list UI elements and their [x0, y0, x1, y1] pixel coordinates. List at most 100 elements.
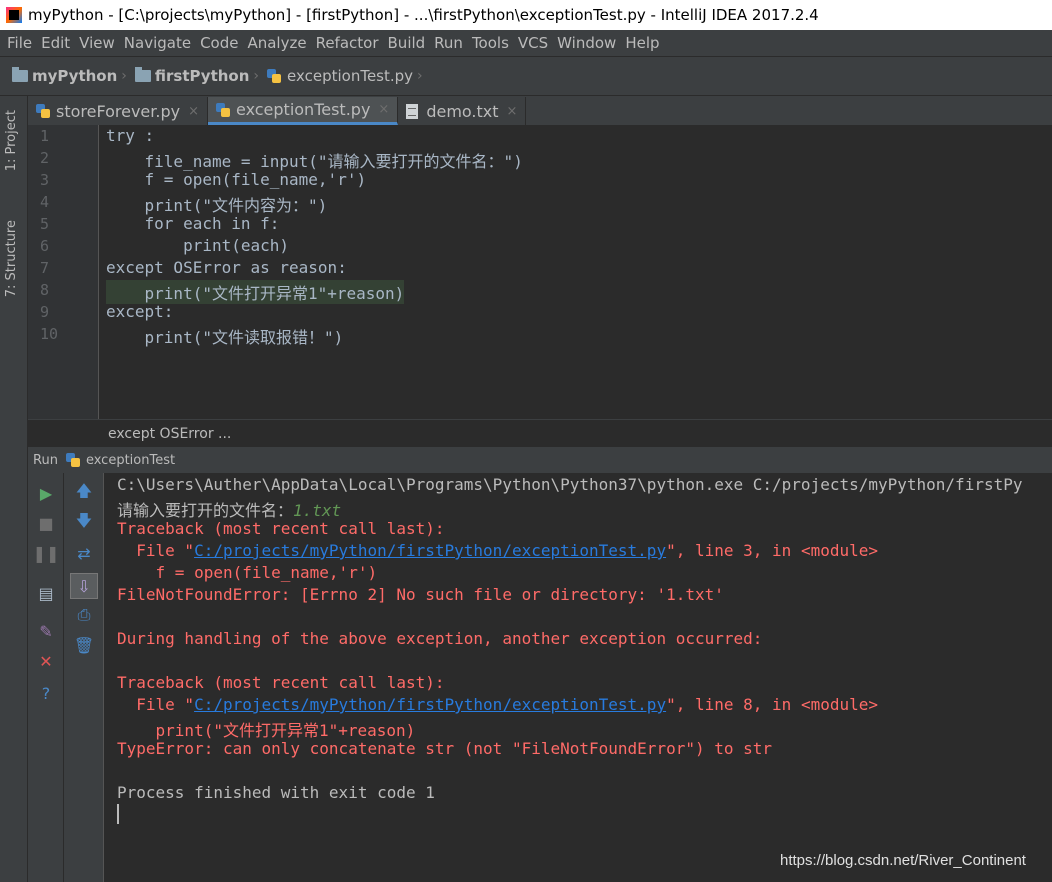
line-number: 8 — [40, 281, 50, 299]
breadcrumb-file[interactable]: exceptionTest.py › — [267, 67, 431, 85]
console-prompt-line: 请输入要打开的文件名：1.txt — [117, 497, 341, 521]
console-user-input: 1.txt — [293, 501, 342, 520]
tab-label: demo.txt — [426, 101, 499, 121]
console-text: File " — [117, 695, 195, 714]
menu-help[interactable]: Help — [625, 34, 659, 52]
console-traceback-file: File "C:/projects/myPython/firstPython/e… — [117, 541, 878, 560]
help-icon[interactable]: ? — [36, 683, 56, 703]
menu-edit[interactable]: Edit — [41, 34, 70, 52]
console-process-finished: Process finished with exit code 1 — [117, 783, 435, 802]
console-command: C:\Users\Auther\AppData\Local\Programs\P… — [117, 475, 1023, 494]
python-file-icon — [36, 104, 50, 118]
console-prompt: 请输入要打开的文件名： — [117, 501, 294, 520]
code-editor[interactable]: 1 2 3 4 5 6 7 8 9 10 try : file_name = i… — [28, 125, 1052, 419]
watermark: https://blog.csdn.net/River_Continent — [780, 852, 1026, 869]
code-line: try : — [106, 126, 155, 145]
tab-demo-txt[interactable]: demo.txt × — [398, 97, 527, 125]
down-arrow-icon[interactable]: 🡇 — [74, 511, 94, 533]
console-error-message: TypeError: can only concatenate str (not… — [117, 739, 773, 758]
tab-exceptiontest[interactable]: exceptionTest.py × — [208, 97, 399, 125]
close-icon[interactable]: × — [188, 104, 199, 119]
breadcrumb-file-label: exceptionTest.py — [287, 67, 414, 85]
line-number: 10 — [40, 325, 59, 343]
breadcrumb-module-label: firstPython — [154, 67, 250, 85]
console-caret — [117, 804, 119, 824]
code-line: print("文件打开异常1"+reason) — [106, 280, 405, 304]
console-text: ", line 3, in <module> — [666, 541, 878, 560]
line-number: 5 — [40, 215, 50, 233]
menu-bar: File Edit View Navigate Code Analyze Ref… — [0, 30, 1052, 56]
soft-wrap-icon[interactable]: ⇄ — [74, 543, 94, 563]
pin-icon[interactable]: ✎ — [36, 621, 56, 641]
python-file-icon — [216, 102, 230, 117]
python-file-icon — [267, 69, 282, 83]
chevron-right-icon: › — [121, 68, 127, 84]
close-icon[interactable]: × — [507, 104, 518, 119]
code-line: print("文件读取报错！") — [106, 328, 344, 347]
structure-tool-tab[interactable]: 7: Structure — [4, 220, 19, 297]
navigation-bar: myPython › firstPython › exceptionTest.p… — [0, 56, 1052, 96]
run-console[interactable]: C:\Users\Auther\AppData\Local\Programs\P… — [104, 473, 1052, 882]
editor-breadcrumb-label: except OSError ... — [108, 425, 232, 442]
tab-label: exceptionTest.py — [236, 100, 371, 119]
editor-breadcrumb[interactable]: except OSError ... — [28, 419, 1052, 447]
console-text: ", line 8, in <module> — [666, 695, 878, 714]
run-toolbar-primary: ▶ ■ ❚❚ ▤ ✎ ✕ ? — [28, 473, 64, 882]
pause-icon[interactable]: ❚❚ — [33, 543, 60, 563]
source-file-link[interactable]: C:/projects/myPython/firstPython/excepti… — [194, 541, 666, 560]
chevron-right-icon: › — [253, 68, 260, 84]
line-number: 6 — [40, 237, 50, 255]
menu-window[interactable]: Window — [557, 34, 616, 52]
menu-code[interactable]: Code — [200, 34, 238, 52]
menu-view[interactable]: View — [79, 34, 115, 52]
console-traceback-code: f = open(file_name,'r') — [117, 563, 378, 582]
menu-run[interactable]: Run — [434, 34, 463, 52]
stop-icon[interactable]: ■ — [36, 513, 56, 533]
menu-vcs[interactable]: VCS — [518, 34, 548, 52]
code-line: for each in f: — [106, 214, 280, 233]
close-icon[interactable]: × — [378, 102, 389, 117]
line-number: 3 — [40, 171, 50, 189]
line-number-gutter: 1 2 3 4 5 6 7 8 9 10 — [28, 125, 99, 419]
folder-icon — [12, 67, 28, 82]
run-label: Run — [33, 452, 58, 468]
code-line: f = open(file_name,'r') — [106, 170, 367, 189]
run-config-name[interactable]: exceptionTest — [86, 453, 175, 468]
close-icon[interactable]: ✕ — [36, 651, 56, 671]
text-file-icon — [406, 103, 419, 119]
line-number: 4 — [40, 193, 50, 211]
source-file-link[interactable]: C:/projects/myPython/firstPython/excepti… — [194, 695, 666, 714]
intellij-app-icon — [6, 7, 22, 23]
menu-analyze[interactable]: Analyze — [247, 34, 306, 52]
console-text: File " — [117, 541, 195, 560]
tab-label: storeForever.py — [56, 101, 181, 121]
project-tool-tab[interactable]: 1: Project — [4, 110, 19, 171]
menu-build[interactable]: Build — [388, 34, 426, 52]
breadcrumb-module[interactable]: firstPython › — [134, 67, 267, 85]
breadcrumb-project[interactable]: myPython › — [12, 67, 135, 85]
menu-file[interactable]: File — [7, 34, 32, 52]
breadcrumb-project-label: myPython — [32, 67, 118, 85]
run-toolbar-secondary: 🡅 🡇 ⇄ ⇩ ⎙ 🗑 — [64, 473, 104, 882]
left-tool-window-strip: 1: Project 7: Structure — [0, 96, 28, 882]
editor-tab-bar: storeForever.py × exceptionTest.py × dem… — [28, 96, 1052, 125]
folder-icon — [134, 67, 151, 82]
menu-tools[interactable]: Tools — [472, 34, 509, 52]
menu-refactor[interactable]: Refactor — [316, 34, 379, 52]
trash-icon[interactable]: 🗑 — [74, 635, 94, 655]
code-line: except OSError as reason: — [106, 258, 347, 277]
window-title-bar: myPython - [C:\projects\myPython] - [fir… — [0, 0, 1052, 30]
up-arrow-icon[interactable]: 🡅 — [74, 481, 94, 503]
tab-storeforever[interactable]: storeForever.py × — [28, 97, 208, 125]
console-traceback-code: print("文件打开异常1"+reason) — [117, 721, 416, 740]
print-icon[interactable]: ⎙ — [74, 605, 94, 625]
chevron-right-icon: › — [417, 68, 423, 84]
rerun-icon[interactable]: ▶ — [36, 483, 56, 503]
code-line: file_name = input("请输入要打开的文件名：") — [106, 152, 523, 171]
line-number: 7 — [40, 259, 50, 277]
menu-navigate[interactable]: Navigate — [124, 34, 191, 52]
scroll-to-end-icon[interactable]: ⇩ — [70, 573, 98, 599]
layout-icon[interactable]: ▤ — [36, 583, 56, 603]
console-traceback-file: File "C:/projects/myPython/firstPython/e… — [117, 695, 878, 714]
python-run-config-icon — [65, 453, 80, 467]
